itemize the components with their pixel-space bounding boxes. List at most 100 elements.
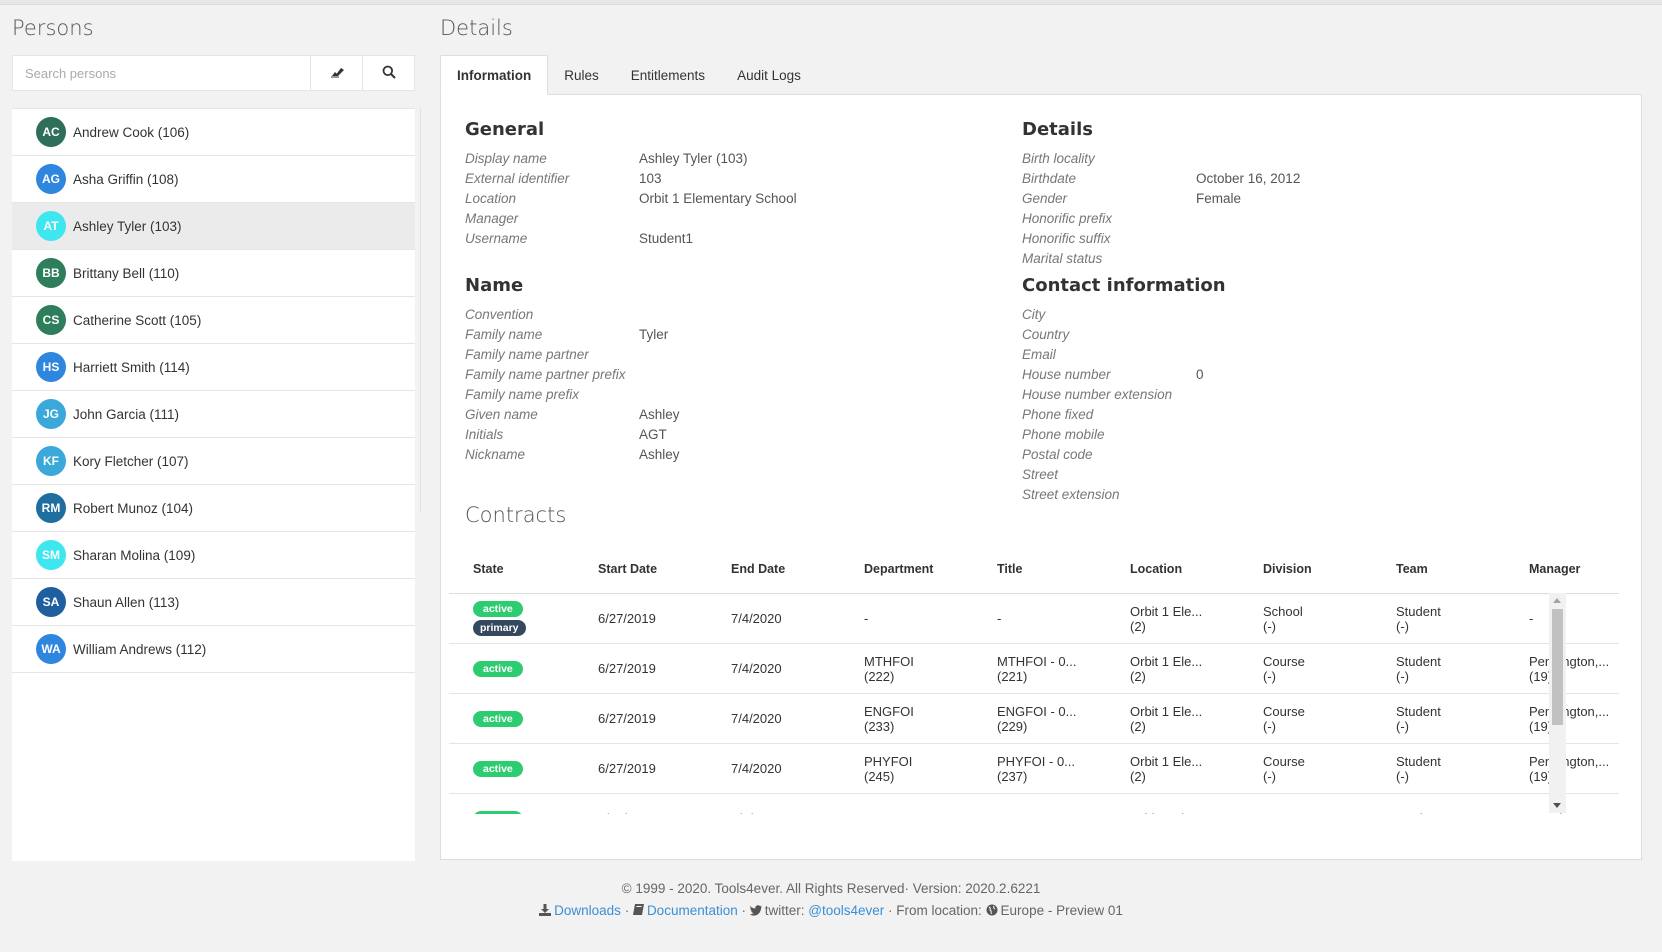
person-item[interactable]: WA William Andrews (112) <box>12 626 415 673</box>
person-name: Harriett Smith (114) <box>73 359 190 375</box>
field-row: Street extension <box>1022 485 1582 505</box>
cell-line: (-) <box>1396 768 1409 784</box>
table-cell: active primary <box>449 601 574 636</box>
tab-information[interactable]: Information <box>440 55 549 95</box>
location-prefix: · From location: <box>884 903 986 918</box>
field-row: Honorific suffix <box>1022 229 1582 249</box>
field-row: Family name Tyler <box>465 325 1025 345</box>
column-header[interactable]: Start Date <box>574 562 707 576</box>
cell-line: SCIFOI - 00... <box>997 811 1106 814</box>
primary-badge: primary <box>473 620 526 636</box>
column-header[interactable]: Team <box>1372 562 1505 576</box>
cell-line: Course <box>1263 653 1305 669</box>
column-header[interactable]: Division <box>1239 562 1372 576</box>
column-header[interactable]: Department <box>840 562 973 576</box>
search-input[interactable] <box>13 56 310 90</box>
contracts-title: Contracts <box>465 503 567 527</box>
field-value: Orbit 1 Elementary School <box>639 191 797 206</box>
table-row[interactable]: active 6/27/2019 7/4/2020 ENGFOI (233) ENGFOI… <box>449 694 1619 744</box>
table-cell: 7/4/2020 <box>731 661 782 676</box>
person-name: Catherine Scott (105) <box>73 312 202 328</box>
persons-panel: Persons AC Andrew Cook (106) AG Asha Griffi… <box>12 12 415 861</box>
table-cell: Orbit 1 Ele... <box>1106 811 1239 814</box>
person-item[interactable]: SA Shaun Allen (113) <box>12 579 415 626</box>
documentation-link[interactable]: Documentation <box>647 903 738 918</box>
table-cell: ENGFOI - 0... (229) <box>973 704 1106 734</box>
state-badges: active <box>473 760 574 777</box>
clear-search-button[interactable] <box>310 56 362 90</box>
cell-line: Student <box>1396 603 1441 619</box>
person-item[interactable]: AT Ashley Tyler (103) <box>12 203 415 250</box>
field-row: Gender Female <box>1022 189 1582 209</box>
field-value: Ashley <box>639 447 680 462</box>
person-item[interactable]: SM Sharan Molina (109) <box>12 532 415 579</box>
tab-audit-logs[interactable]: Audit Logs <box>721 55 817 95</box>
table-row[interactable]: active 6/27/2019 7/4/2020 PHYFOI (245) PHYFOI… <box>449 744 1619 794</box>
field-row: Country <box>1022 325 1582 345</box>
field-row: Location Orbit 1 Elementary School <box>465 189 1025 209</box>
cell-line: (-) <box>1263 768 1276 784</box>
cell-line: (2) <box>1130 768 1146 784</box>
column-header[interactable]: State <box>449 562 574 576</box>
cell-line: (222) <box>864 668 895 684</box>
table-cell: active <box>449 760 574 777</box>
person-name: Shaun Allen (113) <box>73 594 180 610</box>
table-row[interactable]: active 6/27/20197/4/2020 SCIFOI SCIFOI - 00… <box>449 794 1619 814</box>
cell-line: Student <box>1396 811 1505 814</box>
avatar: CS <box>36 305 66 335</box>
scroll-up-icon[interactable] <box>1553 598 1561 603</box>
field-label: Location <box>465 191 517 206</box>
scroll-down-icon[interactable] <box>1553 803 1561 808</box>
cell-line: (2) <box>1130 668 1146 684</box>
person-item[interactable]: CS Catherine Scott (105) <box>12 297 415 344</box>
field-label: Username <box>465 231 528 246</box>
field-label: Nickname <box>465 447 526 462</box>
field-label: Family name <box>465 327 543 342</box>
scrollbar-thumb[interactable] <box>1552 609 1563 725</box>
details-section: Details Birth locality Birthdate October 1… <box>1022 117 1582 269</box>
field-label: Phone mobile <box>1022 427 1105 442</box>
person-item[interactable]: KF Kory Fletcher (107) <box>12 438 415 485</box>
contracts-scrollbar[interactable] <box>1549 593 1566 813</box>
table-cell: Course <box>1239 811 1372 814</box>
column-header[interactable]: End Date <box>707 562 840 576</box>
column-header[interactable]: Title <box>973 562 1106 576</box>
avatar: JG <box>36 399 66 429</box>
footer: © 1999 - 2020. Tools4ever. All Rights Re… <box>0 878 1662 923</box>
field-row: House number extension <box>1022 385 1582 405</box>
tab-entitlements[interactable]: Entitlements <box>615 55 721 95</box>
downloads-link[interactable]: Downloads <box>554 903 621 918</box>
cell-line: Course <box>1263 753 1305 769</box>
field-label: Country <box>1022 327 1070 342</box>
search-button[interactable] <box>362 56 414 90</box>
column-header[interactable]: Manager <box>1505 562 1619 576</box>
person-item[interactable]: BB Brittany Bell (110) <box>12 250 415 297</box>
cell-line: (233) <box>864 718 895 734</box>
table-row[interactable]: active 6/27/2019 7/4/2020 MTHFOI (222) MTHFOI… <box>449 644 1619 694</box>
person-item[interactable]: RM Robert Munoz (104) <box>12 485 415 532</box>
state-badges: active <box>473 810 574 814</box>
table-cell: MTHFOI - 0... (221) <box>973 654 1106 684</box>
table-cell: - <box>840 611 973 626</box>
details-tabs: Information Rules Entitlements Audit Log… <box>440 55 817 95</box>
table-cell: Student (-) <box>1372 604 1505 634</box>
state-badges: active <box>473 660 574 677</box>
details-panel: Details Information Rules Entitlements A… <box>440 12 1642 860</box>
contact-section-title: Contact information <box>1022 275 1226 296</box>
person-item[interactable]: HS Harriett Smith (114) <box>12 344 415 391</box>
cell-line: (221) <box>997 668 1028 684</box>
person-item[interactable]: AC Andrew Cook (106) <box>12 109 415 156</box>
tab-rules[interactable]: Rules <box>548 55 615 95</box>
table-cell: School (-) <box>1239 604 1372 634</box>
table-cell: SCIFOI <box>840 811 973 814</box>
table-row[interactable]: active primary 6/27/2019 7/4/2020 - - Orbit 1 … <box>449 594 1619 644</box>
cell-line: (237) <box>997 768 1028 784</box>
top-bar <box>0 0 1662 5</box>
field-label: Family name partner prefix <box>465 367 626 382</box>
table-cell: Student (-) <box>1372 704 1505 734</box>
column-header[interactable]: Location <box>1106 562 1239 576</box>
general-section-title: General <box>465 119 545 140</box>
person-item[interactable]: JG John Garcia (111) <box>12 391 415 438</box>
twitter-link[interactable]: @tools4ever <box>808 903 884 918</box>
person-item[interactable]: AG Asha Griffin (108) <box>12 156 415 203</box>
